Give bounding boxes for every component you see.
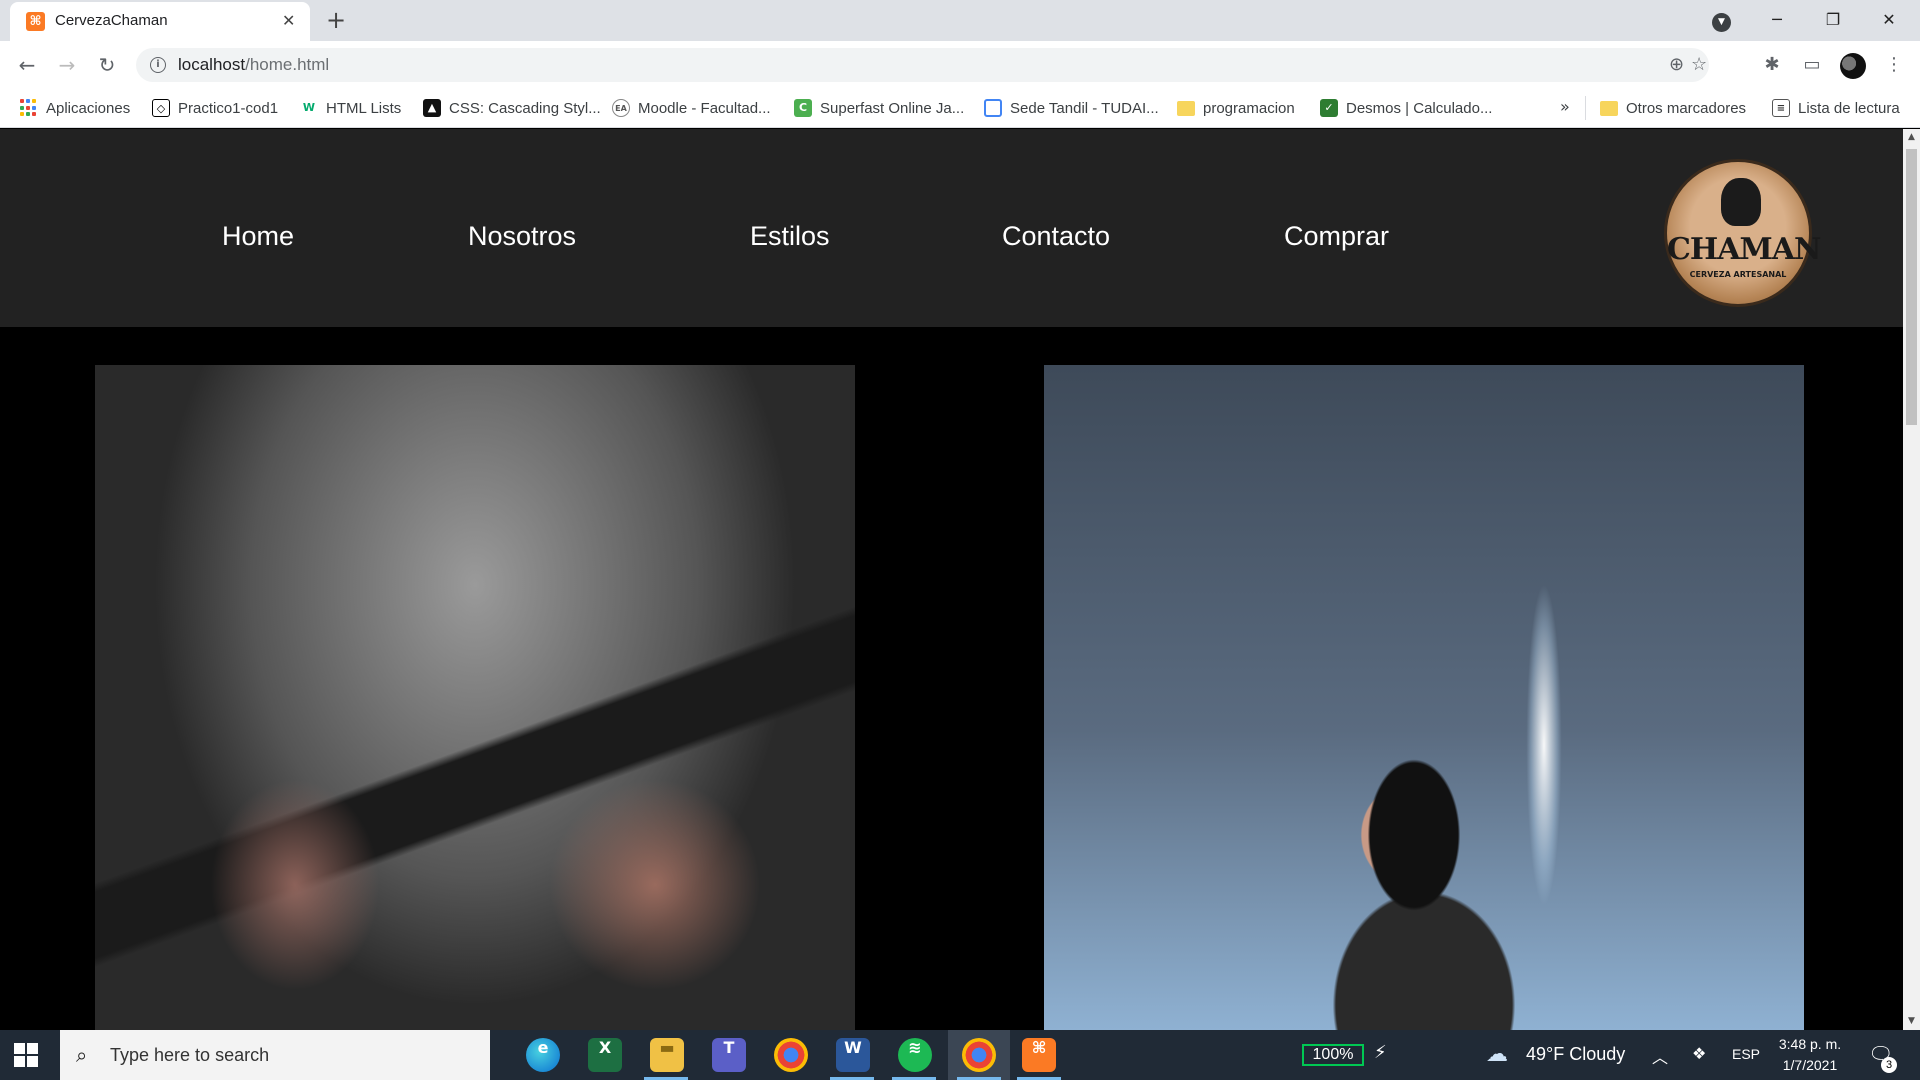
page-viewport: Home Nosotros Estilos Contacto Comprar C… (0, 129, 1903, 1030)
tab-search-button[interactable]: ▼ (1712, 13, 1731, 32)
cast-icon[interactable]: ▭ (1800, 53, 1824, 77)
close-tab-icon[interactable]: ✕ (282, 10, 295, 32)
scroll-up-arrow-icon[interactable]: ▲ (1903, 129, 1920, 146)
clock-time[interactable]: 3:48 p. m. (1778, 1036, 1842, 1052)
bookmark-html-lists[interactable]: W HTML Lists (300, 97, 401, 119)
folder-icon (1600, 100, 1618, 116)
bookmark-practico[interactable]: ◇ Practico1-cod1 (152, 97, 278, 119)
show-hidden-icons-chevron-icon[interactable]: ︿ (1652, 1044, 1668, 1068)
xampp-icon[interactable]: ⌘ (1022, 1038, 1056, 1072)
nav-nosotros-link[interactable]: Nosotros (468, 221, 576, 252)
url-text[interactable]: localhost/home.html (178, 55, 329, 75)
bookmarks-bar: Aplicaciones ◇ Practico1-cod1 W HTML Lis… (0, 89, 1920, 128)
search-icon: ⌕ (76, 1043, 88, 1067)
windows-taskbar: ⌕ Type here to search e X ▬ T W ≋ ⌘ 100%… (0, 1030, 1920, 1080)
desmos-icon: ✓ (1320, 99, 1338, 117)
chrome-icon[interactable] (962, 1038, 996, 1072)
shaman-head-icon (1721, 178, 1761, 226)
moodle-icon: EA (612, 99, 630, 117)
menu-icon[interactable]: ⋮ (1882, 53, 1906, 77)
teams-icon[interactable]: T (712, 1038, 746, 1072)
back-button[interactable]: ← (13, 51, 41, 79)
profile-avatar[interactable] (1840, 53, 1866, 79)
compiler-icon: C (794, 99, 812, 117)
mdn-icon: ▲ (423, 99, 441, 117)
nav-estilos-link[interactable]: Estilos (750, 221, 830, 252)
bookmark-css[interactable]: ▲ CSS: Cascading Styl... (423, 97, 601, 119)
xampp-icon: ⌘ (26, 12, 45, 31)
site-header: Home Nosotros Estilos Contacto Comprar C… (0, 129, 1903, 327)
other-bookmarks[interactable]: Otros marcadores (1600, 97, 1746, 119)
clock-date[interactable]: 1/7/2021 (1778, 1057, 1842, 1073)
bookmark-moodle[interactable]: EA Moodle - Facultad... (612, 97, 771, 119)
scroll-down-arrow-icon[interactable]: ▼ (1903, 1013, 1920, 1030)
w3schools-icon: W (300, 99, 318, 117)
bookmark-desmos[interactable]: ✓ Desmos | Calculado... (1320, 97, 1492, 119)
logo-title: CHAMAN (1667, 232, 1821, 267)
word-icon[interactable]: W (836, 1038, 870, 1072)
cloud-icon[interactable]: ☁ (1486, 1042, 1508, 1067)
scroll-thumb[interactable] (1906, 149, 1917, 425)
chaman-logo[interactable]: CHAMAN CERVEZA ARTESANAL (1664, 159, 1821, 307)
page-icon (984, 99, 1002, 117)
bookmark-folder-programacion[interactable]: programacion (1177, 97, 1295, 119)
spotify-icon[interactable]: ≋ (898, 1038, 932, 1072)
singer-microphone-photo (1044, 365, 1804, 1030)
reading-list[interactable]: ≡ Lista de lectura (1772, 97, 1900, 119)
close-window-button[interactable]: ✕ (1866, 5, 1912, 35)
tattooed-hands-knife-photo (95, 365, 855, 1030)
bookmarks-separator (1585, 96, 1586, 120)
site-info-icon[interactable]: i (150, 57, 166, 73)
page-scrollbar[interactable]: ▲ ▼ (1903, 129, 1920, 1030)
weather-text[interactable]: 49°F Cloudy (1526, 1044, 1625, 1065)
browser-toolbar: ← → ↻ i localhost/home.html ⊕ ☆ ✱ ▭ ⋮ (0, 41, 1920, 89)
language-indicator[interactable]: ESP (1732, 1046, 1760, 1062)
browser-tab[interactable]: ⌘ CervezaChaman ✕ (10, 2, 310, 41)
notification-count-badge: 3 (1881, 1057, 1897, 1073)
extensions-icon[interactable]: ✱ (1760, 53, 1784, 77)
tab-strip: ⌘ CervezaChaman ✕ + ▼ ─ ❐ ✕ (0, 0, 1920, 41)
battery-indicator[interactable]: 100% (1302, 1044, 1364, 1066)
forward-button[interactable]: → (53, 51, 81, 79)
restore-button[interactable]: ❐ (1810, 5, 1856, 35)
edge-icon[interactable]: e (526, 1038, 560, 1072)
bookmark-sede-tandil[interactable]: Sede Tandil - TUDAI... (984, 97, 1159, 119)
address-bar[interactable]: i localhost/home.html ⊕ ☆ (136, 48, 1709, 82)
reload-button[interactable]: ↻ (93, 51, 121, 79)
minimize-button[interactable]: ─ (1754, 5, 1800, 35)
bookmark-star-icon[interactable]: ☆ (1691, 53, 1707, 77)
zoom-icon[interactable]: ⊕ (1669, 53, 1684, 77)
bookmark-apps[interactable]: Aplicaciones (20, 97, 130, 119)
nav-contacto-link[interactable]: Contacto (1002, 221, 1110, 252)
dropbox-icon[interactable]: ❖ (1692, 1044, 1706, 1063)
taskbar-search-placeholder: Type here to search (110, 1045, 270, 1065)
power-plug-icon: ⚡ (1374, 1042, 1387, 1063)
codepen-icon: ◇ (152, 99, 170, 117)
new-tab-button[interactable]: + (326, 7, 346, 33)
reading-list-icon: ≡ (1772, 99, 1790, 117)
bookmark-superfast[interactable]: C Superfast Online Ja... (794, 97, 964, 119)
excel-icon[interactable]: X (588, 1038, 622, 1072)
folder-icon (1177, 100, 1195, 116)
tab-title: CervezaChaman (55, 12, 168, 29)
more-bookmarks-button[interactable]: » (1560, 97, 1570, 116)
logo-subtitle: CERVEZA ARTESANAL (1689, 270, 1787, 279)
file-explorer-icon[interactable]: ▬ (650, 1038, 684, 1072)
taskbar-search-box[interactable]: ⌕ Type here to search (60, 1030, 490, 1080)
chrome-profile-icon[interactable] (774, 1038, 808, 1072)
apps-icon (20, 99, 38, 117)
nav-home-link[interactable]: Home (222, 221, 294, 252)
windows-start-button[interactable] (14, 1043, 38, 1067)
nav-comprar-link[interactable]: Comprar (1284, 221, 1389, 252)
